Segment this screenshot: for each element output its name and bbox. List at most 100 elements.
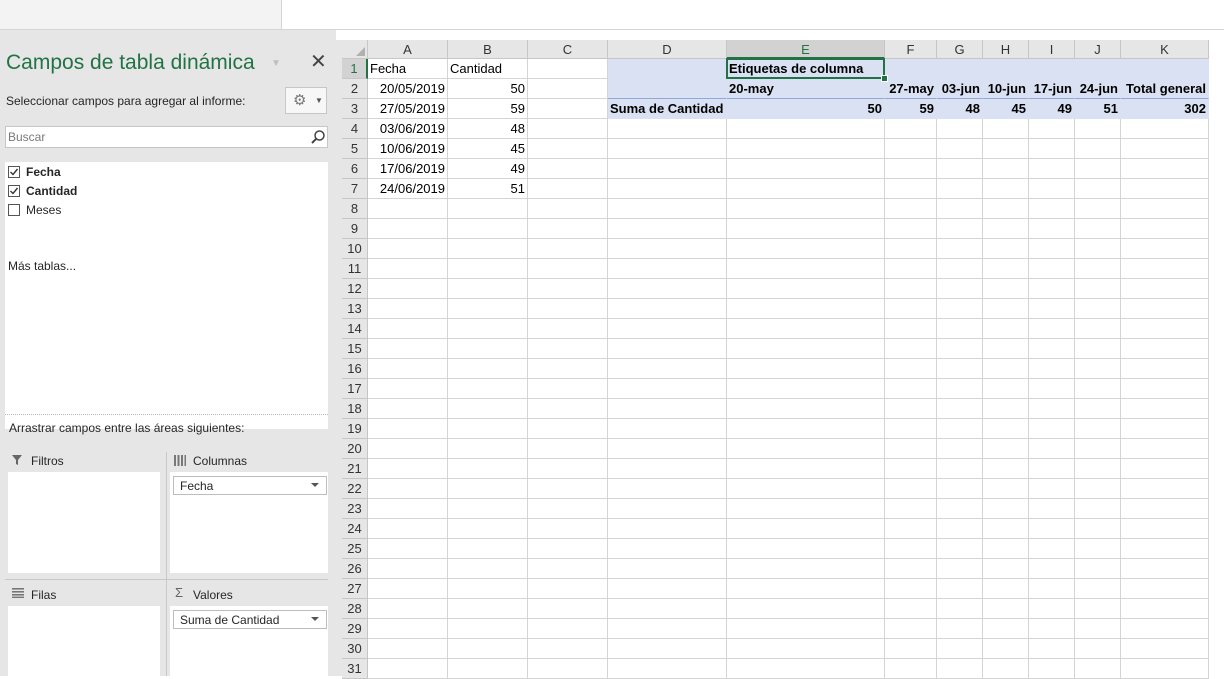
cell-b27[interactable]: [448, 579, 528, 599]
cell-g1[interactable]: [937, 59, 983, 79]
cell-d16[interactable]: [608, 359, 727, 379]
cell-e5[interactable]: [727, 139, 885, 159]
cell-c12[interactable]: [528, 279, 608, 299]
cell-a7[interactable]: 24/06/2019: [368, 179, 448, 199]
column-header-i[interactable]: I: [1029, 40, 1075, 59]
cell-j7[interactable]: [1075, 179, 1121, 199]
cell-f27[interactable]: [885, 579, 937, 599]
cell-h4[interactable]: [983, 119, 1029, 139]
tools-button[interactable]: ⚙ ▼: [285, 87, 327, 114]
cell-d7[interactable]: [608, 179, 727, 199]
cell-a21[interactable]: [368, 459, 448, 479]
cell-k3[interactable]: 302: [1121, 99, 1209, 119]
cell-g18[interactable]: [937, 399, 983, 419]
cell-b29[interactable]: [448, 619, 528, 639]
checkbox[interactable]: [8, 185, 20, 197]
cell-h14[interactable]: [983, 319, 1029, 339]
cell-f5[interactable]: [885, 139, 937, 159]
cell-a25[interactable]: [368, 539, 448, 559]
cell-c15[interactable]: [528, 339, 608, 359]
cell-c19[interactable]: [528, 419, 608, 439]
row-header-30[interactable]: 30: [342, 639, 368, 659]
cell-d31[interactable]: [608, 659, 727, 679]
cell-d17[interactable]: [608, 379, 727, 399]
checkbox[interactable]: [8, 204, 20, 216]
cell-f22[interactable]: [885, 479, 937, 499]
cell-b24[interactable]: [448, 519, 528, 539]
cell-e23[interactable]: [727, 499, 885, 519]
cell-k20[interactable]: [1121, 439, 1209, 459]
cell-h19[interactable]: [983, 419, 1029, 439]
cell-c5[interactable]: [528, 139, 608, 159]
cell-a2[interactable]: 20/05/2019: [368, 79, 448, 99]
values-drop-area[interactable]: Suma de Cantidad: [170, 606, 328, 676]
cell-i3[interactable]: 49: [1029, 99, 1075, 119]
cell-e8[interactable]: [727, 199, 885, 219]
cell-e30[interactable]: [727, 639, 885, 659]
checkbox[interactable]: [8, 166, 20, 178]
row-header-26[interactable]: 26: [342, 559, 368, 579]
cell-k13[interactable]: [1121, 299, 1209, 319]
cell-b12[interactable]: [448, 279, 528, 299]
cell-e28[interactable]: [727, 599, 885, 619]
column-header-j[interactable]: J: [1075, 40, 1121, 59]
cell-h16[interactable]: [983, 359, 1029, 379]
cell-a29[interactable]: [368, 619, 448, 639]
cell-a19[interactable]: [368, 419, 448, 439]
cell-e17[interactable]: [727, 379, 885, 399]
cell-b1[interactable]: Cantidad: [448, 59, 528, 79]
cell-b30[interactable]: [448, 639, 528, 659]
cell-g11[interactable]: [937, 259, 983, 279]
cell-k10[interactable]: [1121, 239, 1209, 259]
cell-d15[interactable]: [608, 339, 727, 359]
cell-f18[interactable]: [885, 399, 937, 419]
cell-e12[interactable]: [727, 279, 885, 299]
cell-d6[interactable]: [608, 159, 727, 179]
column-header-c[interactable]: C: [528, 40, 608, 59]
cell-c20[interactable]: [528, 439, 608, 459]
cell-h22[interactable]: [983, 479, 1029, 499]
cell-i20[interactable]: [1029, 439, 1075, 459]
cell-d14[interactable]: [608, 319, 727, 339]
row-header-18[interactable]: 18: [342, 399, 368, 419]
cell-i15[interactable]: [1029, 339, 1075, 359]
row-header-29[interactable]: 29: [342, 619, 368, 639]
cell-k19[interactable]: [1121, 419, 1209, 439]
cell-h25[interactable]: [983, 539, 1029, 559]
cell-i29[interactable]: [1029, 619, 1075, 639]
cell-f29[interactable]: [885, 619, 937, 639]
cell-j22[interactable]: [1075, 479, 1121, 499]
cell-j1[interactable]: [1075, 59, 1121, 79]
cell-d10[interactable]: [608, 239, 727, 259]
cell-j9[interactable]: [1075, 219, 1121, 239]
cell-c3[interactable]: [528, 99, 608, 119]
column-header-k[interactable]: K: [1121, 40, 1209, 59]
cell-h1[interactable]: [983, 59, 1029, 79]
select-all-button[interactable]: [342, 40, 368, 59]
cell-b4[interactable]: 48: [448, 119, 528, 139]
row-header-1[interactable]: 1: [342, 59, 368, 79]
cell-e9[interactable]: [727, 219, 885, 239]
cell-j2[interactable]: 24-jun: [1075, 79, 1121, 99]
cell-d30[interactable]: [608, 639, 727, 659]
cell-i28[interactable]: [1029, 599, 1075, 619]
cell-d3[interactable]: Suma de Cantidad: [608, 99, 727, 119]
cell-e4[interactable]: [727, 119, 885, 139]
cell-h30[interactable]: [983, 639, 1029, 659]
cell-e11[interactable]: [727, 259, 885, 279]
cell-g5[interactable]: [937, 139, 983, 159]
row-header-27[interactable]: 27: [342, 579, 368, 599]
cell-j16[interactable]: [1075, 359, 1121, 379]
cell-a22[interactable]: [368, 479, 448, 499]
cell-d4[interactable]: [608, 119, 727, 139]
cell-g7[interactable]: [937, 179, 983, 199]
cell-i21[interactable]: [1029, 459, 1075, 479]
cell-i2[interactable]: 17-jun: [1029, 79, 1075, 99]
cell-k28[interactable]: [1121, 599, 1209, 619]
cell-e15[interactable]: [727, 339, 885, 359]
row-header-15[interactable]: 15: [342, 339, 368, 359]
cell-e26[interactable]: [727, 559, 885, 579]
cell-g20[interactable]: [937, 439, 983, 459]
cell-b22[interactable]: [448, 479, 528, 499]
row-header-10[interactable]: 10: [342, 239, 368, 259]
